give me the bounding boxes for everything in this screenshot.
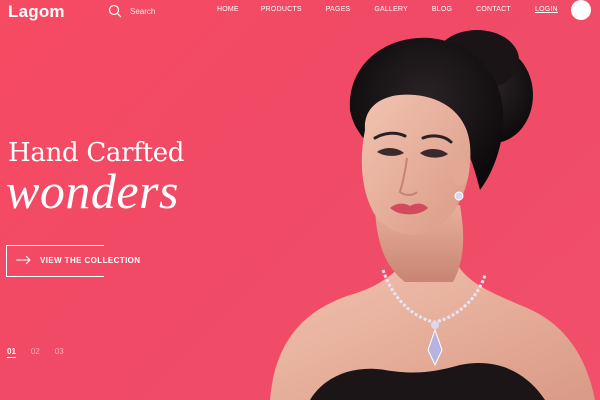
slide-dot-1[interactable]: 01 <box>7 347 16 358</box>
arrow-right-icon <box>16 255 31 265</box>
slide-dot-3[interactable]: 03 <box>55 347 64 358</box>
nav-home[interactable]: HOME <box>217 6 239 13</box>
slide-pager: 01 02 03 <box>7 347 64 358</box>
nav-products[interactable]: PRODUCTS <box>261 6 302 13</box>
main-nav: HOME PRODUCTS PAGES GALLERY BLOG CONTACT <box>217 6 511 13</box>
search-icon[interactable] <box>108 4 122 18</box>
model-photo <box>270 30 595 400</box>
search-input[interactable] <box>130 6 200 16</box>
logo[interactable]: Lagom <box>8 2 65 22</box>
search-bar[interactable] <box>108 4 200 18</box>
view-collection-label[interactable]: VIEW THE COLLECTION <box>40 256 141 265</box>
cart-button[interactable] <box>571 0 591 20</box>
nav-blog[interactable]: BLOG <box>432 6 452 13</box>
headline-line-2: wonders <box>6 163 179 219</box>
nav-pages[interactable]: PAGES <box>326 6 351 13</box>
nav-gallery[interactable]: GALLERY <box>374 6 408 13</box>
login-link[interactable]: LOGIN <box>535 6 558 13</box>
hero-section: Lagom HOME PRODUCTS PAGES GALLERY BLOG C… <box>0 0 600 400</box>
nav-contact[interactable]: CONTACT <box>476 6 511 13</box>
slide-dot-2[interactable]: 02 <box>31 347 40 358</box>
